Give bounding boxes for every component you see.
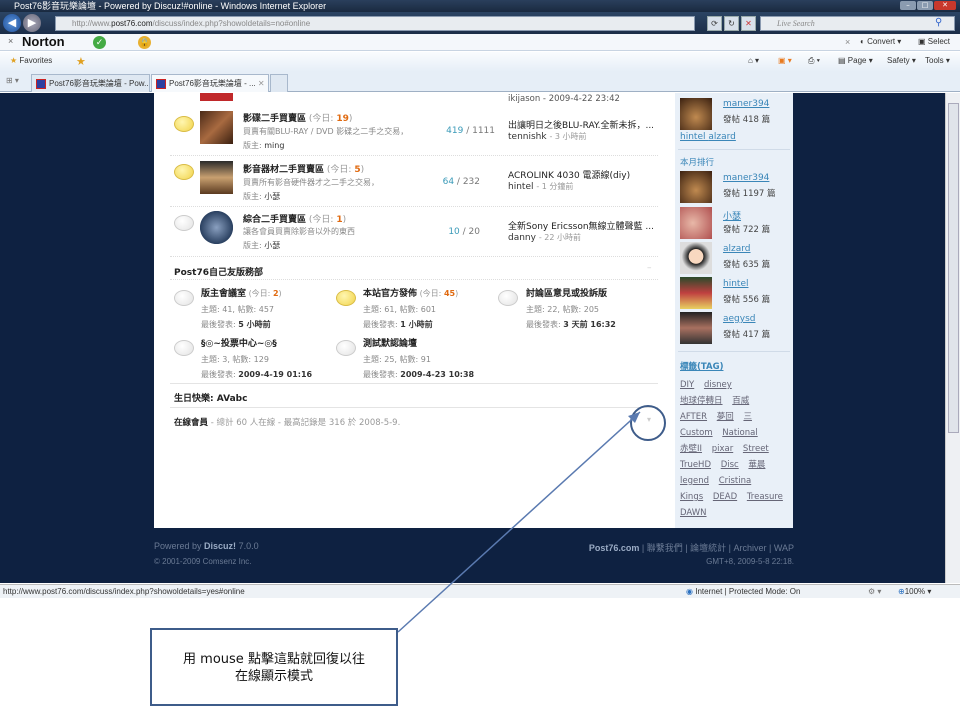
annotation-callout: 用 mouse 點擊這點就回復以往 在線顯示模式 [150, 628, 398, 706]
annotation-overlay [397, 405, 666, 633]
highlight-circle [630, 405, 666, 441]
annotation-arrow [397, 411, 641, 633]
